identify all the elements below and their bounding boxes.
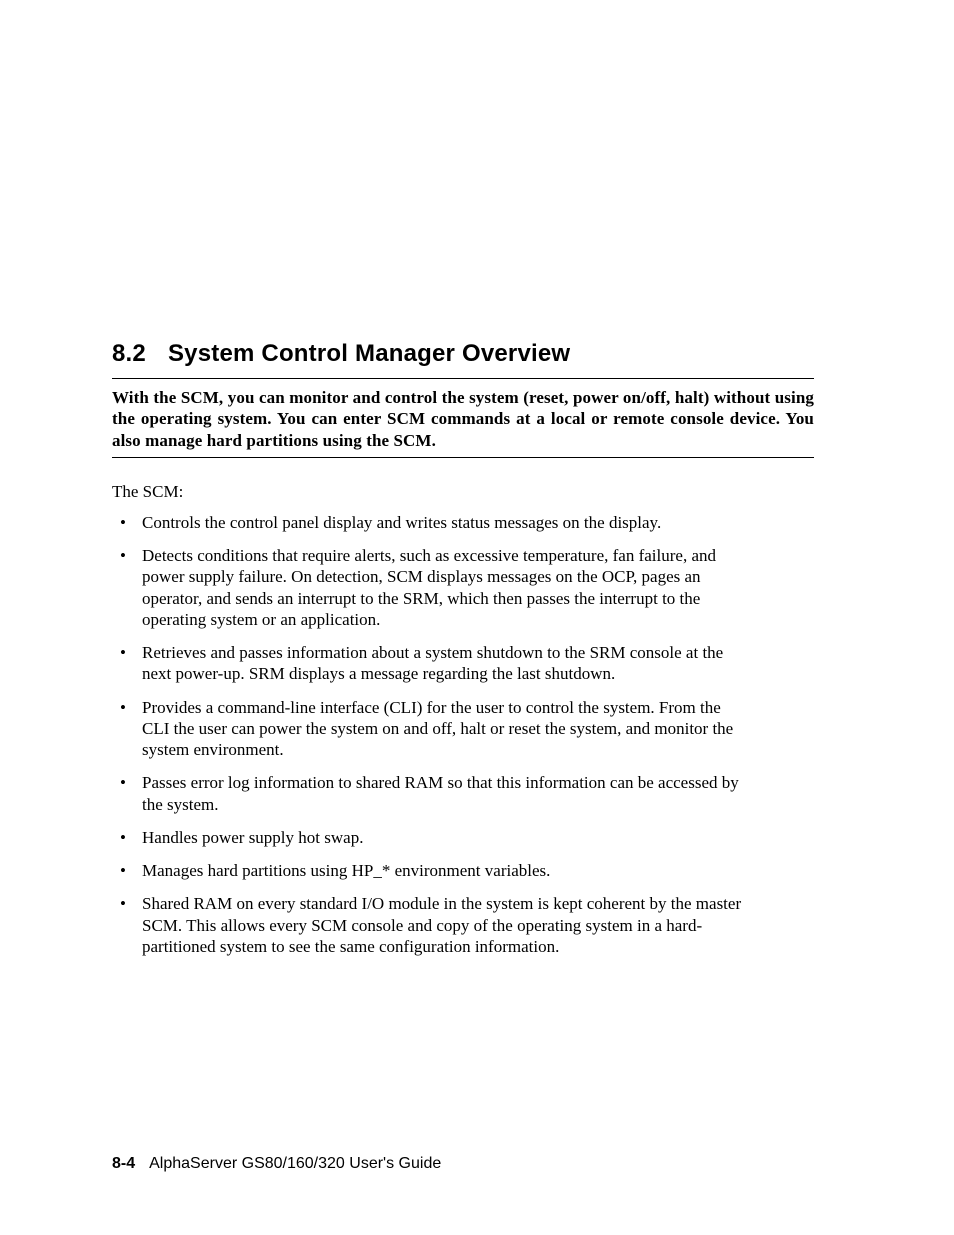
doc-title: AlphaServer GS80/160/320 User's Guide (149, 1155, 441, 1172)
list-item: Handles power supply hot swap. (120, 827, 742, 848)
section-heading: 8.2 System Control Manager Overview (112, 340, 814, 368)
page-footer: 8-4 AlphaServer GS80/160/320 User's Guide (112, 1155, 441, 1173)
section-number: 8.2 (112, 340, 146, 368)
bullet-list: Controls the control panel display and w… (112, 512, 814, 957)
list-item: Passes error log information to shared R… (120, 772, 742, 815)
lead-text: The SCM: (112, 482, 814, 502)
rule-bottom (112, 457, 814, 458)
list-item: Controls the control panel display and w… (120, 512, 742, 533)
list-item: Retrieves and passes information about a… (120, 642, 742, 685)
intro-paragraph: With the SCM, you can monitor and contro… (112, 387, 814, 451)
list-item: Provides a command-line interface (CLI) … (120, 697, 742, 761)
list-item: Shared RAM on every standard I/O module … (120, 893, 742, 957)
list-item: Detects conditions that require alerts, … (120, 545, 742, 630)
page-number: 8-4 (112, 1155, 135, 1172)
rule-top (112, 378, 814, 379)
document-page: 8.2 System Control Manager Overview With … (0, 0, 954, 1235)
section-title: System Control Manager Overview (168, 340, 570, 367)
list-item: Manages hard partitions using HP_* envir… (120, 860, 742, 881)
